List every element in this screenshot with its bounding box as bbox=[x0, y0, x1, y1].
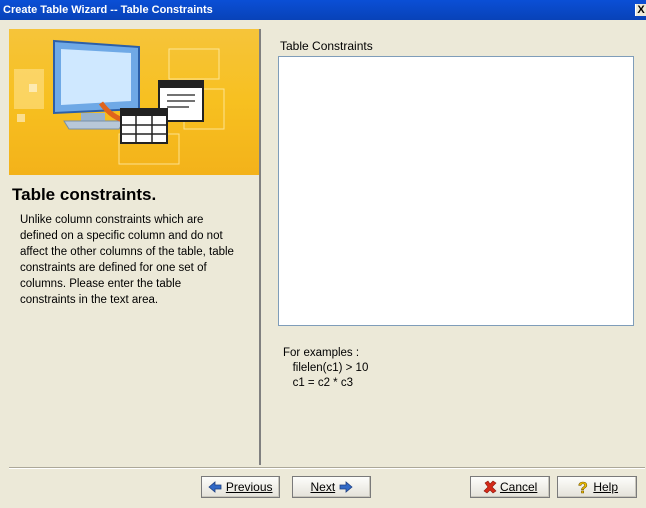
table-constraints-textarea[interactable] bbox=[278, 56, 634, 326]
svg-text:?: ? bbox=[578, 480, 588, 495]
next-button-label: Next bbox=[310, 480, 336, 494]
step-description: Unlike column constraints which are defi… bbox=[20, 214, 234, 306]
red-x-icon bbox=[483, 480, 497, 494]
cancel-button[interactable]: Cancel bbox=[470, 476, 550, 498]
bottom-separator bbox=[9, 467, 645, 469]
previous-button[interactable]: Previous bbox=[201, 476, 280, 498]
close-button[interactable]: X bbox=[635, 4, 646, 16]
step-heading: Table constraints. bbox=[12, 185, 157, 204]
examples-text: For examples : filelen(c1) > 10 c1 = c2 … bbox=[283, 347, 369, 389]
window-title: Create Table Wizard -- Table Constraints bbox=[3, 4, 213, 16]
previous-button-label: Previous bbox=[225, 480, 273, 494]
title-bar: Create Table Wizard -- Table Constraints… bbox=[0, 0, 646, 20]
left-arrow-icon bbox=[208, 481, 222, 493]
right-arrow-icon bbox=[339, 481, 353, 493]
cancel-button-label: Cancel bbox=[499, 480, 538, 494]
wizard-banner bbox=[9, 29, 259, 175]
next-button[interactable]: Next bbox=[292, 476, 371, 498]
left-panel: Table constraints. Unlike column constra… bbox=[9, 29, 261, 465]
help-button[interactable]: ? Help bbox=[557, 476, 637, 498]
help-button-label: Help bbox=[593, 480, 619, 494]
table-constraints-label: Table Constraints bbox=[280, 39, 373, 53]
question-mark-icon: ? bbox=[578, 480, 588, 495]
computer-table-illustration bbox=[14, 39, 225, 165]
